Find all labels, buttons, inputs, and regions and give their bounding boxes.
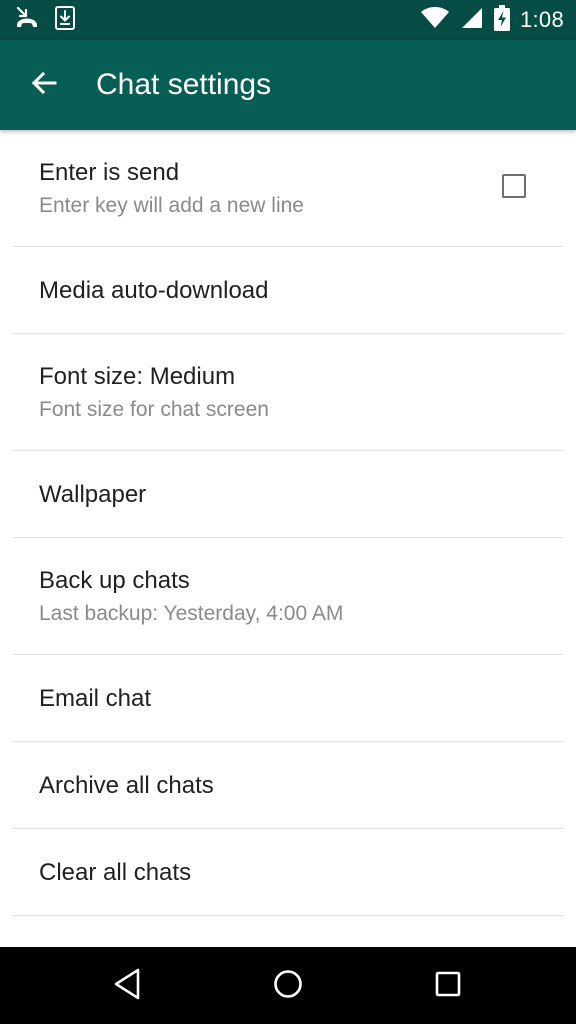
setting-archive-all-chats[interactable]: Archive all chats xyxy=(0,742,576,829)
setting-enter-is-send[interactable]: Enter is send Enter key will add a new l… xyxy=(0,130,576,247)
setting-title: Back up chats xyxy=(39,567,190,594)
setting-title: Clear all chats xyxy=(39,859,192,886)
setting-title: Enter is send xyxy=(39,159,180,186)
wifi-icon xyxy=(420,6,450,35)
nav-home-icon xyxy=(272,968,304,1005)
navigation-bar xyxy=(0,947,576,1024)
nav-home-button[interactable] xyxy=(260,961,316,1011)
enter-is-send-checkbox[interactable] xyxy=(502,174,526,198)
battery-charging-icon xyxy=(493,4,510,36)
signal-icon xyxy=(460,6,484,35)
setting-wallpaper[interactable]: Wallpaper xyxy=(0,451,576,538)
status-time: 1:08 xyxy=(519,7,564,32)
app-bar: Chat settings xyxy=(0,40,576,130)
setting-title: Font size: Medium xyxy=(39,363,236,390)
setting-title: Email chat xyxy=(39,685,152,712)
setting-title: Media auto-download xyxy=(39,277,269,304)
setting-summary: Enter key will add a new line xyxy=(39,194,304,217)
download-icon xyxy=(54,5,76,36)
setting-summary: Font size for chat screen xyxy=(39,398,269,421)
setting-summary: Last backup: Yesterday, 4:00 AM xyxy=(39,602,344,625)
status-right: 1:08 xyxy=(420,4,564,36)
setting-clear-all-chats[interactable]: Clear all chats xyxy=(0,829,576,916)
nav-recents-button[interactable] xyxy=(420,961,476,1011)
nav-recents-icon xyxy=(434,970,462,1003)
back-button[interactable] xyxy=(20,61,68,109)
setting-font-size[interactable]: Font size: Medium Font size for chat scr… xyxy=(0,334,576,451)
nav-back-icon xyxy=(112,967,144,1006)
setting-back-up-chats[interactable]: Back up chats Last backup: Yesterday, 4:… xyxy=(0,538,576,655)
setting-email-chat[interactable]: Email chat xyxy=(0,655,576,742)
setting-title: Wallpaper xyxy=(39,481,147,508)
missed-call-icon xyxy=(14,5,40,36)
status-bar: 1:08 xyxy=(0,0,576,40)
page-title: Chat settings xyxy=(96,68,272,101)
nav-back-button[interactable] xyxy=(100,961,156,1011)
settings-list: Enter is send Enter key will add a new l… xyxy=(0,130,576,916)
status-left xyxy=(14,5,76,36)
setting-media-auto-download[interactable]: Media auto-download xyxy=(0,247,576,334)
arrow-left-icon xyxy=(30,69,58,102)
setting-title: Archive all chats xyxy=(39,772,214,799)
screen: 1:08 Chat settings Enter is send Enter k… xyxy=(0,0,576,1024)
